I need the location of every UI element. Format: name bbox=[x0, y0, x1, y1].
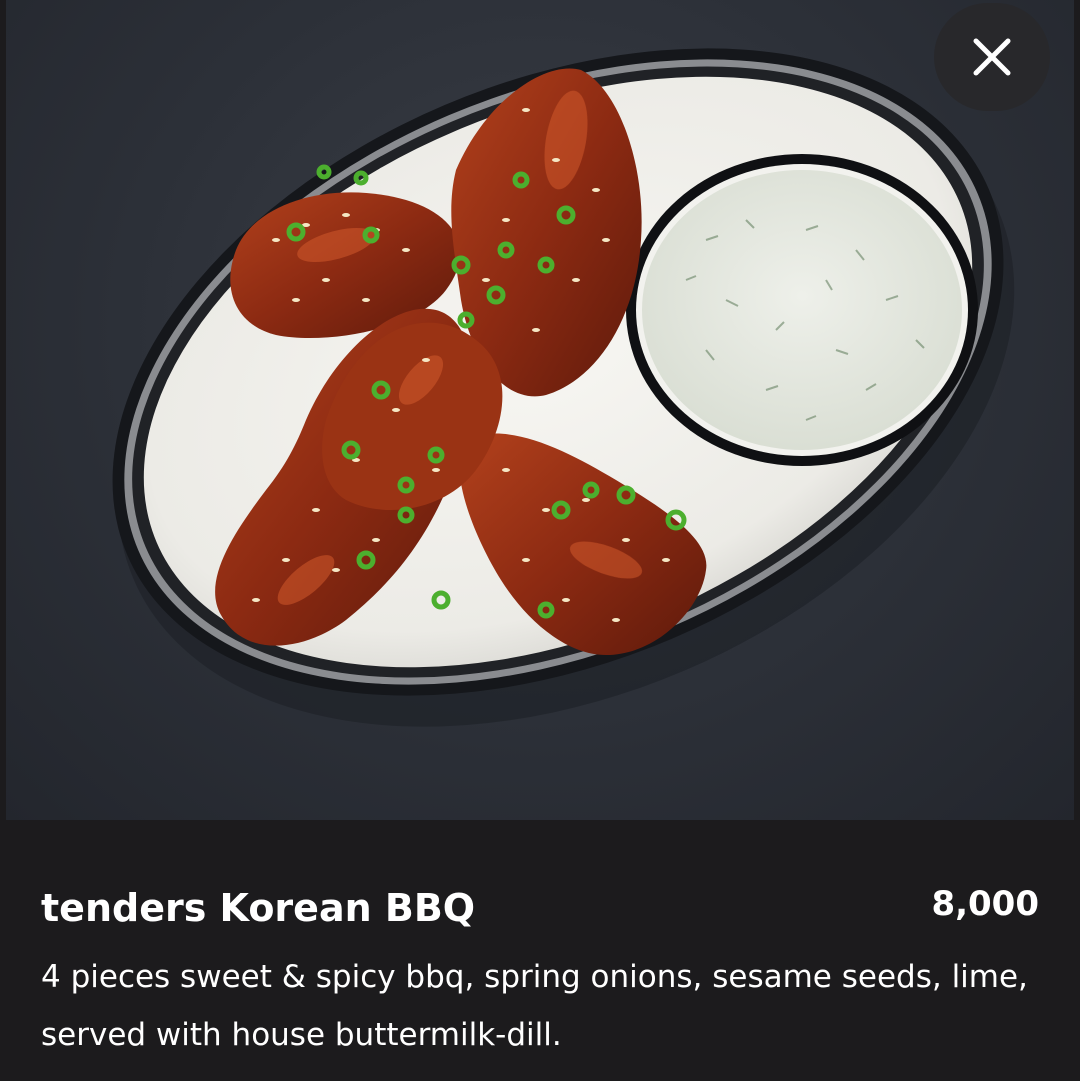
close-button[interactable] bbox=[934, 3, 1050, 111]
item-title: tenders Korean BBQ bbox=[41, 886, 476, 930]
item-info-panel: tenders Korean BBQ 8,000 4 pieces sweet … bbox=[0, 820, 1080, 1081]
item-description: 4 pieces sweet & spicy bbq, spring onion… bbox=[41, 959, 1028, 1053]
buttermilk-dill-sauce bbox=[642, 170, 962, 450]
dish-illustration bbox=[112, 48, 1015, 727]
dish-photo bbox=[6, 0, 1074, 820]
item-price: 8,000 bbox=[931, 884, 1039, 924]
item-detail-screen: tenders Korean BBQ 8,000 4 pieces sweet … bbox=[0, 0, 1080, 1081]
close-icon bbox=[973, 38, 1011, 76]
